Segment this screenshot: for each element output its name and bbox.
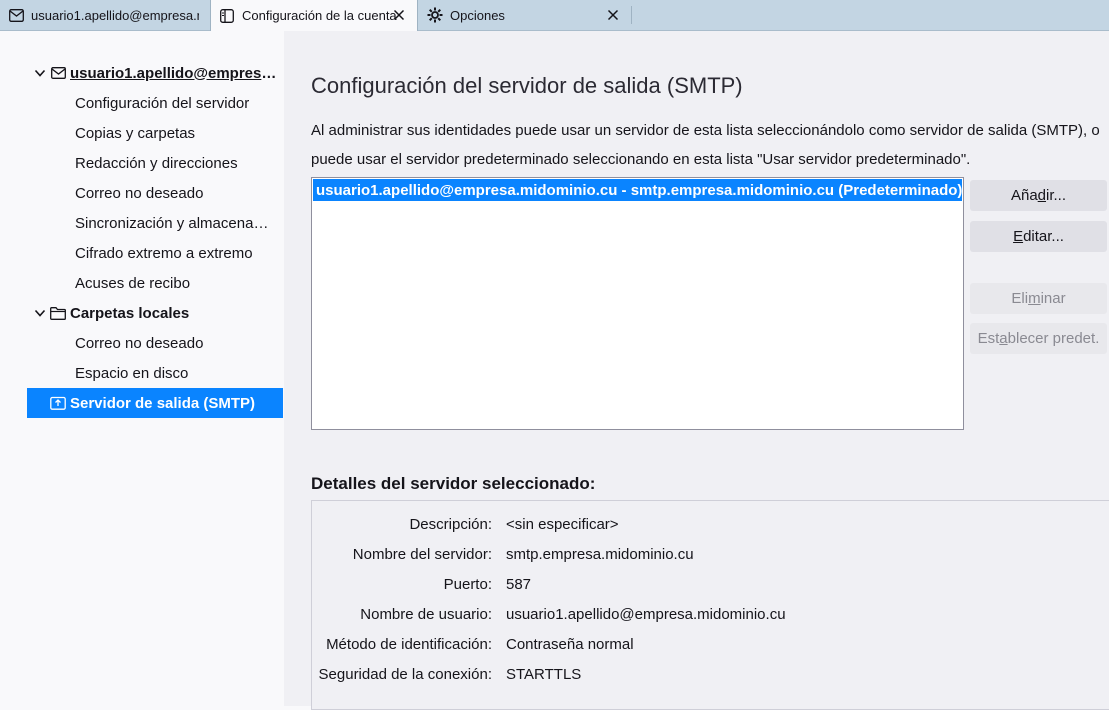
chevron-down-icon[interactable] xyxy=(33,66,47,80)
tree-item-sync[interactable]: Sincronización y almacenamiento xyxy=(27,208,283,238)
add-button[interactable]: Añadir... xyxy=(970,180,1107,211)
tree-account[interactable]: usuario1.apellido@empresa.midominio.cu xyxy=(27,58,283,88)
close-icon[interactable] xyxy=(391,7,407,23)
set-default-button-label: Establecer predet. xyxy=(977,330,1100,347)
detail-label: Seguridad de la conexión: xyxy=(318,665,492,683)
tree-item-label: Correo no deseado xyxy=(75,184,204,202)
detail-value: STARTTLS xyxy=(506,665,582,683)
tab-strip: usuario1.apellido@empresa.midominio.cu C… xyxy=(0,0,1109,31)
tab-account-settings[interactable]: Configuración de la cuenta xyxy=(210,0,418,31)
tree-item-label: Acuses de recibo xyxy=(75,274,191,292)
detail-label: Puerto: xyxy=(443,575,492,593)
tab-options-label: Opciones xyxy=(450,7,505,23)
detail-row-server-name: Nombre del servidor: smtp.empresa.midomi… xyxy=(312,543,1092,565)
detail-value: smtp.empresa.midominio.cu xyxy=(506,545,694,563)
smtp-server-list[interactable]: usuario1.apellido@empresa.midominio.cu -… xyxy=(311,177,964,430)
page-description: Al administrar sus identidades puede usa… xyxy=(311,116,1101,174)
tree-item-smtp-label: Servidor de salida (SMTP) xyxy=(70,394,256,412)
account-settings-icon xyxy=(219,8,235,24)
tree-item-label: Espacio en disco xyxy=(75,364,189,382)
tree-item-server-settings[interactable]: Configuración del servidor xyxy=(27,88,283,118)
detail-value: Contraseña normal xyxy=(506,635,634,653)
remove-button-label: Eliminar xyxy=(1011,290,1066,307)
tree-item-label: Configuración del servidor xyxy=(75,94,250,112)
detail-row-auth-method: Método de identificación: Contraseña nor… xyxy=(312,633,1092,655)
details-title: Detalles del servidor seleccionado: xyxy=(311,474,596,493)
tree-item-label: Sincronización y almacenamiento xyxy=(75,214,280,232)
edit-button[interactable]: Editar... xyxy=(970,221,1107,252)
gear-icon xyxy=(427,7,443,23)
tab-options[interactable]: Opciones xyxy=(419,0,631,30)
outgoing-server-icon xyxy=(50,395,66,411)
detail-row-port: Puerto: 587 xyxy=(312,573,1092,595)
tree-item-local-junk[interactable]: Correo no deseado xyxy=(27,328,283,358)
server-details: Descripción: <sin especificar> Nombre de… xyxy=(311,500,1109,710)
tree-item-smtp[interactable]: Servidor de salida (SMTP) xyxy=(27,388,283,418)
detail-value: usuario1.apellido@empresa.midominio.cu xyxy=(506,605,786,623)
description-line: puede usar el servidor predeterminado se… xyxy=(311,151,971,168)
main-panel: Configuración del servidor de salida (SM… xyxy=(284,31,1109,710)
tree-account-label: usuario1.apellido@empresa.midominio.cu xyxy=(70,64,282,82)
tree-item-label: Correo no deseado xyxy=(75,334,204,352)
tab-mail-label: usuario1.apellido@empresa.midominio.cu xyxy=(31,7,199,23)
tab-account-settings-label: Configuración de la cuenta xyxy=(242,8,397,23)
detail-label: Descripción: xyxy=(409,515,492,533)
detail-label: Nombre del servidor: xyxy=(352,545,492,563)
detail-label: Nombre de usuario: xyxy=(360,605,492,623)
tree-item-receipts[interactable]: Acuses de recibo xyxy=(27,268,283,298)
detail-row-username: Nombre de usuario: usuario1.apellido@emp… xyxy=(312,603,1092,625)
tree-item-e2e-encryption[interactable]: Cifrado extremo a extremo xyxy=(27,238,283,268)
tree-item-copies-folders[interactable]: Copias y carpetas xyxy=(27,118,283,148)
detail-row-description: Descripción: <sin especificar> xyxy=(312,513,1092,535)
mail-icon xyxy=(8,7,24,23)
set-default-button[interactable]: Establecer predet. xyxy=(970,323,1107,354)
tree-item-label: Redacción y direcciones xyxy=(75,154,238,172)
remove-button[interactable]: Eliminar xyxy=(970,283,1107,314)
detail-value: 587 xyxy=(506,575,532,593)
detail-value: <sin especificar> xyxy=(506,515,619,533)
add-button-label: Añadir... xyxy=(1010,187,1067,204)
mail-icon xyxy=(50,65,66,81)
page-title: Configuración del servidor de salida (SM… xyxy=(311,73,743,98)
tree-item-junk[interactable]: Correo no deseado xyxy=(27,178,283,208)
tree-item-composition[interactable]: Redacción y direcciones xyxy=(27,148,283,178)
tree-item-disk-space[interactable]: Espacio en disco xyxy=(27,358,283,388)
smtp-server-row[interactable]: usuario1.apellido@empresa.midominio.cu -… xyxy=(313,179,962,201)
tab-separator xyxy=(631,6,632,24)
detail-label: Método de identificación: xyxy=(326,635,492,653)
description-line: Al administrar sus identidades puede usa… xyxy=(311,122,1100,139)
edit-button-label: Editar... xyxy=(1013,228,1064,245)
tree-local-folders[interactable]: Carpetas locales xyxy=(27,298,283,328)
tree-item-label: Cifrado extremo a extremo xyxy=(75,244,253,262)
close-icon[interactable] xyxy=(605,7,621,23)
chevron-down-icon[interactable] xyxy=(33,306,47,320)
tree-item-label: Copias y carpetas xyxy=(75,124,196,142)
tab-mail[interactable]: usuario1.apellido@empresa.midominio.cu xyxy=(0,0,209,30)
folder-icon xyxy=(50,305,66,321)
tree-local-folders-label: Carpetas locales xyxy=(70,304,190,322)
account-tree: usuario1.apellido@empresa.midominio.cu C… xyxy=(0,31,284,706)
detail-row-security: Seguridad de la conexión: STARTTLS xyxy=(312,663,1092,685)
